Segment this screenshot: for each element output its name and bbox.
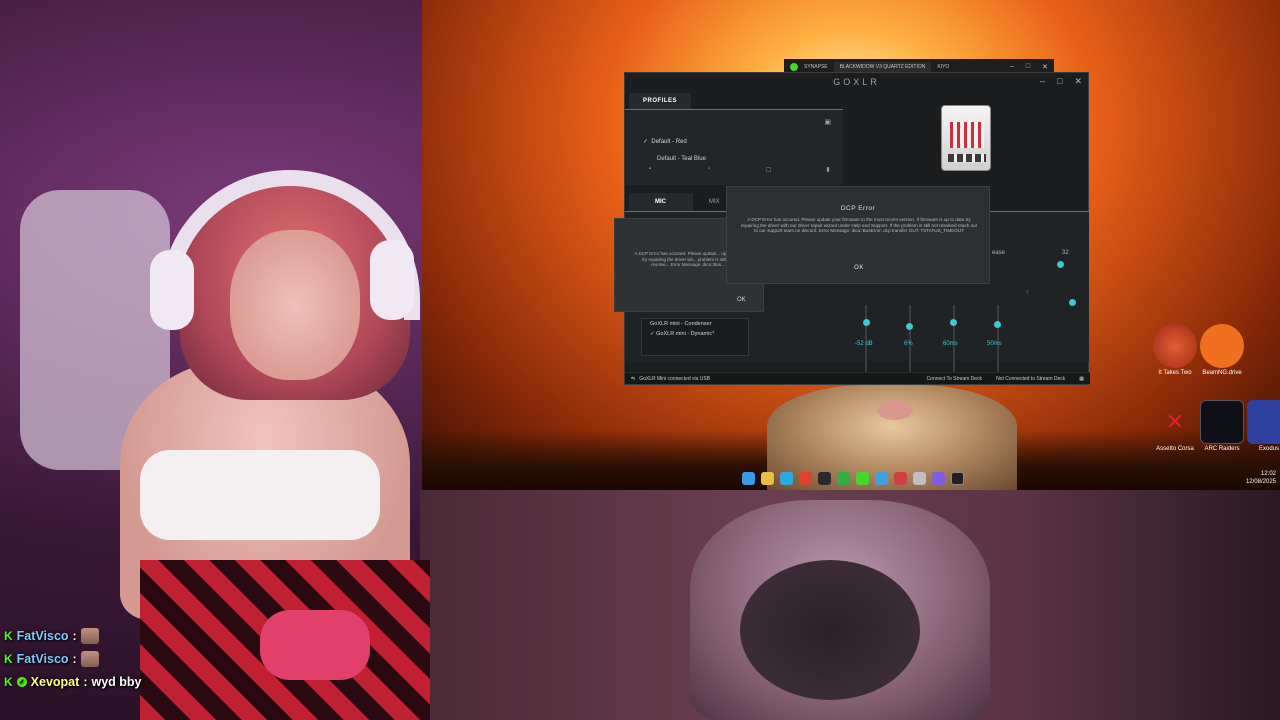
stream-deck-status: Not Connected to Stream Deck (996, 375, 1066, 382)
goxlr-logo: GOXLR (833, 77, 880, 87)
slider-knob[interactable] (1069, 299, 1076, 306)
edge-icon[interactable] (780, 472, 793, 485)
goxlr-titlebar: GOXLR – □ ✕ (625, 73, 1088, 91)
list-item[interactable]: GoXLR mini - Condenser (642, 319, 748, 329)
tab-profiles[interactable]: PROFILES (629, 93, 691, 109)
shortcut-arc-raiders[interactable]: ARC Raiders (1195, 400, 1249, 452)
save-icon[interactable]: ▣ (824, 118, 831, 126)
obs-icon[interactable] (932, 472, 945, 485)
new-profile-icon[interactable]: ▫ (698, 166, 720, 176)
tab-mic[interactable]: MIC (629, 193, 693, 211)
app-icon[interactable] (875, 472, 888, 485)
profile-item-default-teal[interactable]: Default - Teal Blue (657, 156, 706, 162)
checkmark-icon: ✓ (643, 139, 649, 145)
shortcut-assetto-corsa[interactable]: ✕ Assetto Corsa (1148, 400, 1202, 452)
chat-username: FatVisco (16, 651, 69, 666)
gate-threshold-value: -52 dB (855, 341, 873, 347)
copy-profile-icon[interactable]: ▢ (758, 166, 780, 176)
folder-icon[interactable] (761, 472, 774, 485)
save-profile-icon[interactable]: ▪ (639, 166, 661, 176)
chevron-left-icon[interactable]: ‹ (1026, 286, 1029, 296)
minimize-icon[interactable]: – (1040, 76, 1045, 87)
game-controller (260, 610, 370, 680)
emote-icon (80, 650, 99, 667)
verified-icon: ✓ (16, 676, 27, 687)
ok-button[interactable]: OK (843, 265, 875, 271)
profiles-panel: ▣ ✓ Default - Red Default - Teal Blue ▪ … (625, 109, 843, 185)
close-icon[interactable]: ✕ (1042, 63, 1048, 71)
usb-icon: ⇋ (631, 375, 636, 382)
attack-value: 60ms (943, 341, 958, 347)
spotify-icon[interactable] (837, 472, 850, 485)
slider-track[interactable] (997, 305, 999, 375)
slider-knob[interactable] (906, 323, 913, 330)
mini-profile-list: GoXLR mini - Condenser ✓ GoXLR mini - Dy… (641, 318, 749, 356)
shortcut-beamng[interactable]: BeamNG.drive (1195, 324, 1249, 376)
minimize-icon[interactable]: – (1010, 63, 1014, 71)
taskbar (742, 472, 964, 488)
value-partial: 32 (1062, 250, 1069, 256)
chat-text: wyd bby (91, 674, 142, 689)
synapse-device-tab[interactable]: BLACKWIDOW V3 QUARTZ EDITION (833, 62, 932, 72)
headphone-earcup-right (370, 240, 414, 320)
close-icon[interactable]: ✕ (1074, 76, 1082, 87)
start-icon[interactable] (742, 472, 755, 485)
percent-value: 6% (904, 341, 913, 347)
grid-icon[interactable]: ▦ (1079, 376, 1084, 382)
error-dialog: DCP Error A DCP Error has occured. Pleas… (726, 186, 990, 284)
error-message: A DCP Error has occured. Please update y… (741, 217, 977, 234)
slider-track[interactable] (909, 305, 911, 375)
goxlr-device-image (941, 105, 991, 171)
slider-knob[interactable] (950, 319, 957, 326)
profile-actions: ▪ ▫ ▢ ▮ (639, 166, 839, 176)
chat-message: K ✓ Xevopat : wyd bby (4, 674, 142, 689)
chat-message: K FatVisco : (4, 624, 142, 647)
chat-overlay: K FatVisco : K FatVisco : K ✓ Xevopat : … (4, 624, 142, 693)
streamer-top (140, 450, 380, 540)
terminal-icon[interactable] (818, 472, 831, 485)
kiyo-tab[interactable]: KIYO (937, 64, 949, 70)
slider-knob[interactable] (1057, 261, 1064, 268)
slider-knob[interactable] (994, 321, 1001, 328)
checkmark-icon: ✓ (650, 331, 655, 337)
kick-badge-icon: K (4, 651, 13, 666)
slider-track[interactable] (865, 305, 867, 375)
cat-sleeping (740, 560, 920, 700)
slider-knob[interactable] (863, 319, 870, 326)
emote-icon (80, 627, 99, 644)
tab-mix[interactable]: MIX (709, 193, 720, 211)
headphone-earcup-left (150, 250, 194, 330)
chrome-icon[interactable] (894, 472, 907, 485)
razer-icon[interactable] (856, 472, 869, 485)
chat-username: FatVisco (16, 628, 69, 643)
razer-logo-icon (790, 63, 798, 71)
delete-profile-icon[interactable]: ▮ (817, 166, 839, 176)
kick-badge-icon: K (4, 628, 13, 643)
status-bar: ⇋ GoXLR Mini connected via USB Connect T… (625, 372, 1090, 384)
shortcut-it-takes-two[interactable]: It Takes Two (1148, 324, 1202, 376)
dialog-title: DCP Error (840, 205, 876, 212)
release-value: 50ms (987, 341, 1002, 347)
shortcut-exodus[interactable]: Exodus (1242, 400, 1280, 452)
connect-stream-deck-link[interactable]: Connect To Stream Deck (927, 376, 983, 382)
slider-track[interactable] (953, 305, 955, 375)
kick-badge-icon: K (4, 674, 13, 689)
connection-status: GoXLR Mini connected via USB (639, 375, 711, 382)
settings-icon[interactable] (913, 472, 926, 485)
release-label-partial: ease (992, 250, 1006, 256)
ok-button[interactable]: OK (737, 297, 746, 303)
epic-icon[interactable] (951, 472, 964, 485)
profile-item-default-red[interactable]: ✓ Default - Red (643, 138, 687, 145)
maximize-icon[interactable]: □ (1057, 76, 1062, 87)
chat-username: Xevopat (30, 674, 80, 689)
list-item[interactable]: ✓ GoXLR mini - Dynamic* (642, 329, 748, 339)
brave-icon[interactable] (799, 472, 812, 485)
system-clock[interactable]: 12:02 12/08/2025 (1246, 470, 1276, 486)
chat-message: K FatVisco : (4, 647, 142, 670)
cat-nose (877, 400, 913, 420)
maximize-icon[interactable]: □ (1026, 63, 1030, 71)
